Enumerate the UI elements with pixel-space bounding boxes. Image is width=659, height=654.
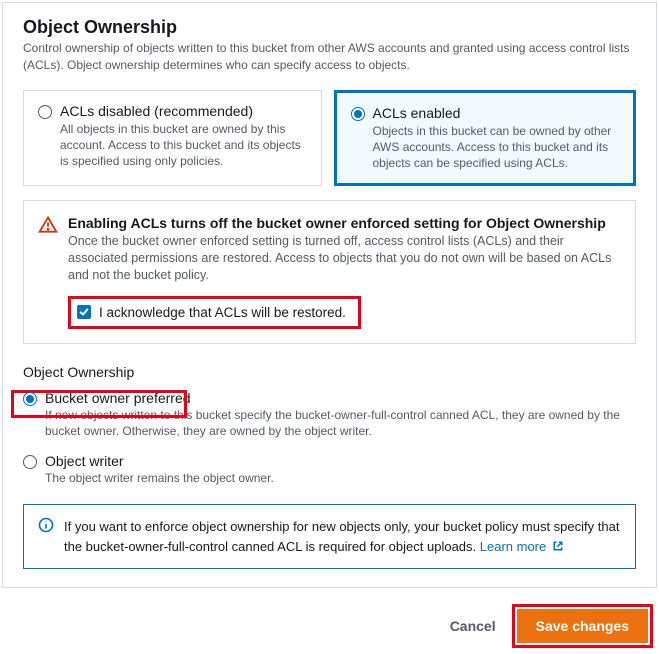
- object-writer-option[interactable]: Object writer The object writer remains …: [23, 449, 636, 486]
- acknowledge-row[interactable]: I acknowledge that ACLs will be restored…: [68, 296, 361, 329]
- option-label: ACLs disabled (recommended): [60, 103, 253, 119]
- radio-icon: [38, 105, 52, 119]
- acknowledge-label: I acknowledge that ACLs will be restored…: [99, 305, 346, 320]
- warning-icon: [38, 215, 58, 329]
- acls-enabled-option[interactable]: ACLs enabled Objects in this bucket can …: [334, 90, 637, 187]
- option-description: All objects in this bucket are owned by …: [60, 121, 307, 170]
- option-description: The object writer remains the object own…: [45, 470, 636, 486]
- learn-more-link[interactable]: Learn more: [480, 539, 564, 554]
- acls-disabled-option[interactable]: ACLs disabled (recommended) All objects …: [23, 90, 322, 187]
- acl-choice-row: ACLs disabled (recommended) All objects …: [23, 90, 636, 187]
- radio-icon: [23, 392, 37, 406]
- option-description: Objects in this bucket can be owned by o…: [373, 123, 620, 172]
- info-text: If you want to enforce object ownership …: [64, 517, 621, 556]
- ownership-section-label: Object Ownership: [23, 364, 636, 380]
- panel-body: ACLs disabled (recommended) All objects …: [3, 82, 656, 588]
- cancel-button[interactable]: Cancel: [450, 618, 496, 634]
- option-label: Bucket owner preferred: [45, 390, 191, 406]
- option-label: Object writer: [45, 453, 124, 469]
- radio-icon: [351, 107, 365, 121]
- checkbox-icon: [77, 305, 91, 319]
- link-label: Learn more: [480, 539, 546, 554]
- highlight-marker: Save changes: [512, 604, 653, 648]
- radio-icon: [23, 455, 37, 469]
- panel-title: Object Ownership: [23, 17, 636, 38]
- panel-header: Object Ownership Control ownership of ob…: [3, 3, 656, 82]
- info-callout: If you want to enforce object ownership …: [23, 504, 636, 569]
- object-ownership-panel: Object Ownership Control ownership of ob…: [2, 2, 657, 588]
- warning-title: Enabling ACLs turns off the bucket owner…: [68, 215, 621, 231]
- option-description: If new objects written to this bucket sp…: [45, 407, 636, 439]
- bucket-owner-preferred-option[interactable]: Bucket owner preferred If new objects wr…: [23, 386, 636, 439]
- save-changes-button[interactable]: Save changes: [517, 609, 648, 643]
- warning-text: Once the bucket owner enforced setting i…: [68, 233, 621, 284]
- info-icon: [38, 517, 54, 556]
- panel-description: Control ownership of objects written to …: [23, 40, 636, 74]
- dialog-footer: Cancel Save changes: [0, 590, 659, 654]
- external-link-icon: [552, 540, 564, 552]
- option-label: ACLs enabled: [373, 105, 461, 121]
- acl-warning-box: Enabling ACLs turns off the bucket owner…: [23, 200, 636, 344]
